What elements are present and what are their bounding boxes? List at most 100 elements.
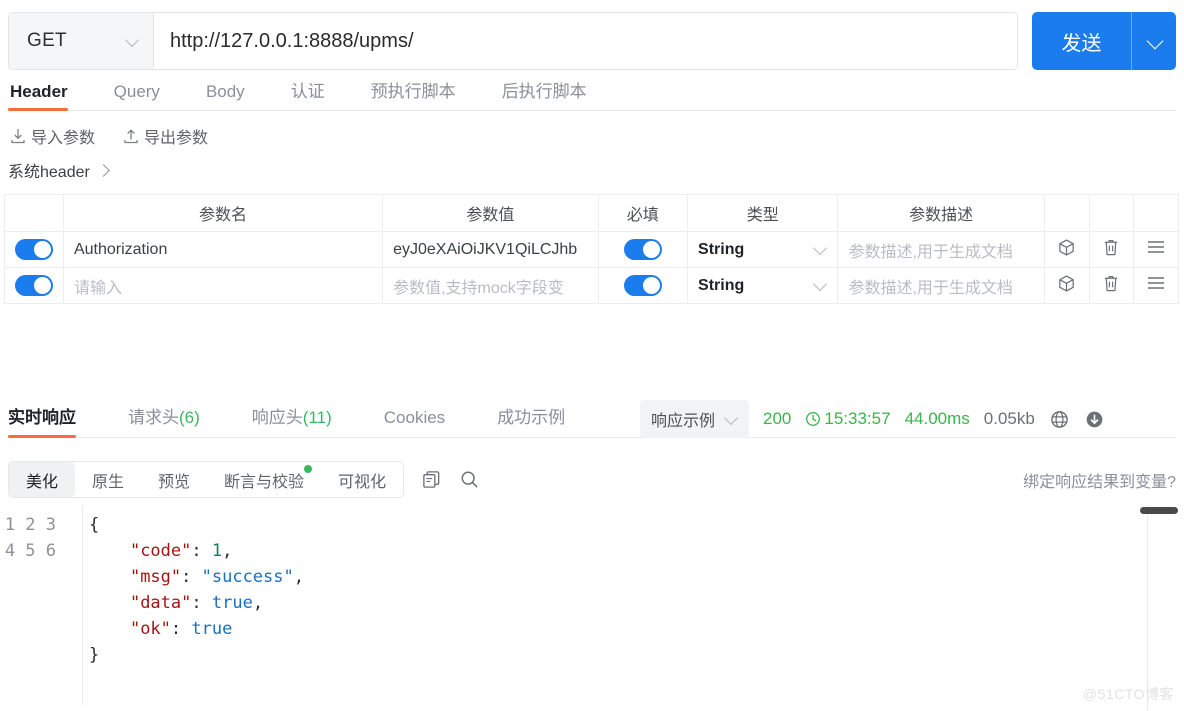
bind-response-variable-link[interactable]: 绑定响应结果到变量? — [1023, 468, 1176, 492]
tab-cookies-label: Cookies — [383, 408, 446, 427]
cube-icon[interactable] — [1057, 238, 1076, 257]
row-enable-cell — [4, 267, 64, 304]
row-desc-cell[interactable]: 参数描述,用于生成文档 — [837, 267, 1045, 304]
http-method-label: GET — [27, 30, 67, 51]
tab-response-headers-label: 响应头 — [251, 408, 303, 427]
import-params-label: 导入参数 — [31, 130, 96, 147]
row-value-cell[interactable]: eyJ0eXAiOiJKV1QiLCJhb — [382, 231, 599, 268]
code-content[interactable]: { "code": 1, "msg": "success", "data": t… — [82, 505, 1180, 705]
download-circle-icon[interactable] — [1084, 409, 1105, 430]
seg-preview[interactable]: 预览 — [141, 462, 207, 497]
seg-beautify[interactable]: 美化 — [9, 462, 76, 497]
assertion-badge-dot — [304, 465, 313, 473]
export-params-label: 导出参数 — [144, 130, 209, 147]
chevron-down-icon — [814, 279, 827, 292]
trash-icon[interactable] — [1102, 274, 1120, 293]
drag-handle-icon[interactable] — [1146, 275, 1166, 291]
tab-response-headers-count: (11) — [302, 408, 332, 427]
code-line-numbers: 1 2 3 4 5 6 — [4, 515, 56, 561]
response-time-group: 15:33:57 — [805, 409, 891, 429]
import-params-button[interactable]: 导入参数 — [10, 124, 95, 148]
param-table-body: Authorization eyJ0eXAiOiJKV1QiLCJhb Stri… — [4, 231, 1179, 304]
tab-success-example-label: 成功示例 — [497, 408, 566, 427]
col-param-name: 参数名 — [62, 194, 384, 232]
export-params-button[interactable]: 导出参数 — [123, 124, 208, 148]
row-required-cell — [597, 231, 689, 268]
tab-request-headers-count: (6) — [179, 408, 200, 427]
row-drag-cell — [1133, 231, 1179, 268]
tab-cookies[interactable]: Cookies — [384, 408, 445, 437]
chevron-down-icon — [725, 413, 738, 426]
clock-icon — [806, 412, 821, 426]
seg-assertion[interactable]: 断言与校验 — [207, 462, 321, 497]
row-cube-cell — [1043, 231, 1090, 268]
row-value-value: eyJ0eXAiOiJKV1QiLCJhb — [393, 240, 578, 258]
row-cube-cell — [1043, 267, 1090, 304]
seg-assertion-label: 断言与校验 — [224, 473, 305, 491]
seg-visualize[interactable]: 可视化 — [321, 462, 403, 497]
tab-post-script[interactable]: 后执行脚本 — [500, 77, 609, 110]
search-icon[interactable] — [459, 469, 480, 490]
col-type: 类型 — [687, 194, 839, 232]
response-meta: 响应示例 200 15:33:57 44.00ms 0.05kb — [640, 400, 1105, 438]
row-value-placeholder: 参数值,支持mock字段变 — [393, 279, 564, 297]
tab-request-headers[interactable]: 请求头(6) — [128, 403, 200, 437]
col-required: 必填 — [597, 194, 689, 232]
response-code-viewer: 1 2 3 4 5 6 { "code": 1, "msg": "success… — [4, 505, 1180, 705]
url-input[interactable] — [154, 13, 1017, 69]
col-enable — [4, 194, 64, 232]
row-enable-toggle[interactable] — [14, 239, 53, 260]
row-name-cell[interactable]: Authorization — [62, 231, 384, 268]
cube-icon[interactable] — [1057, 274, 1076, 293]
code-right-divider — [1147, 505, 1148, 711]
row-required-cell — [597, 267, 689, 304]
watermark: @51CTO博客 — [1082, 686, 1174, 702]
tab-body[interactable]: Body — [204, 82, 267, 110]
tab-pre-script[interactable]: 预执行脚本 — [369, 77, 478, 110]
tab-success-example[interactable]: 成功示例 — [497, 403, 565, 437]
request-url-bar: GET — [8, 12, 1018, 70]
drag-handle-icon[interactable] — [1146, 239, 1166, 255]
tab-query[interactable]: Query — [112, 82, 182, 110]
trash-icon[interactable] — [1102, 238, 1120, 257]
viewer-toolbar: 美化 原生 预览 断言与校验 可视化 — [8, 461, 480, 498]
row-name-cell[interactable]: 请输入 — [62, 267, 384, 304]
system-header-toggle[interactable]: 系统header — [8, 158, 110, 182]
tab-realtime-response-label: 实时响应 — [8, 408, 76, 427]
row-value-cell[interactable]: 参数值,支持mock字段变 — [382, 267, 599, 304]
tab-header[interactable]: Header — [8, 82, 90, 111]
row-enable-cell — [4, 231, 64, 268]
response-example-select[interactable]: 响应示例 — [640, 400, 750, 438]
response-example-label: 响应示例 — [651, 413, 716, 430]
tab-auth[interactable]: 认证 — [289, 77, 347, 110]
http-method-select[interactable]: GET — [9, 13, 154, 69]
response-duration: 44.00ms — [904, 409, 970, 428]
row-required-toggle[interactable] — [623, 239, 662, 260]
api-client-window: GET 发送 Header Query Body 认证 预执行脚本 后执行脚本 … — [0, 0, 1184, 711]
col-drag — [1133, 194, 1179, 232]
tab-response-headers[interactable]: 响应头(11) — [252, 403, 332, 437]
export-upload-icon — [124, 129, 138, 144]
response-size: 0.05kb — [983, 409, 1035, 428]
row-enable-toggle[interactable] — [14, 275, 53, 296]
row-type-cell[interactable]: String — [687, 267, 839, 304]
row-type-cell[interactable]: String — [687, 231, 839, 268]
globe-icon[interactable] — [1049, 409, 1070, 430]
tab-realtime-response[interactable]: 实时响应 — [8, 403, 76, 438]
chevron-down-icon — [126, 35, 139, 48]
import-download-icon — [11, 128, 25, 144]
copy-icon[interactable] — [421, 469, 442, 490]
send-button[interactable]: 发送 — [1032, 12, 1132, 70]
row-name-placeholder: 请输入 — [73, 279, 122, 297]
row-required-toggle[interactable] — [623, 275, 662, 296]
tab-request-headers-label: 请求头 — [128, 408, 179, 427]
chevron-down-icon — [1148, 35, 1161, 48]
row-desc-cell[interactable]: 参数描述,用于生成文档 — [837, 231, 1045, 268]
send-options-button[interactable] — [1132, 12, 1176, 70]
param-table-head: 参数名 参数值 必填 类型 参数描述 — [4, 194, 1179, 232]
seg-raw[interactable]: 原生 — [75, 462, 141, 497]
code-horizontal-scrollbar[interactable] — [1140, 507, 1178, 514]
system-header-label: 系统header — [8, 164, 90, 181]
row-drag-cell — [1133, 267, 1179, 304]
row-type-value: String — [698, 240, 745, 258]
